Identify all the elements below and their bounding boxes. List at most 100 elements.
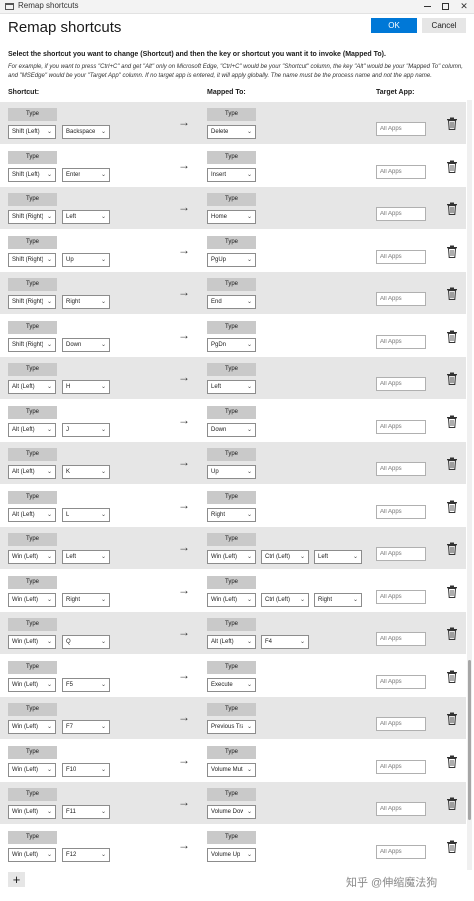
shortcut-type-button[interactable]: Type bbox=[8, 193, 57, 206]
shortcut-key-dropdown[interactable]: Win (Left) ⌄ bbox=[8, 805, 56, 819]
mapped-key-dropdown[interactable]: Volume Up ⌄ bbox=[207, 848, 256, 862]
mapped-type-button[interactable]: Type bbox=[207, 278, 256, 291]
shortcut-key-dropdown[interactable]: Shift (Left) ⌄ bbox=[8, 168, 56, 182]
shortcut-key-dropdown[interactable]: Shift (Left) ⌄ bbox=[8, 125, 56, 139]
shortcut-type-button[interactable]: Type bbox=[8, 448, 57, 461]
shortcut-key-dropdown[interactable]: Win (Left) ⌄ bbox=[8, 763, 56, 777]
delete-row-icon[interactable] bbox=[446, 202, 458, 215]
shortcut-key-dropdown[interactable]: Shift (Right) ⌄ bbox=[8, 253, 56, 267]
shortcut-type-button[interactable]: Type bbox=[8, 703, 57, 716]
delete-row-icon[interactable] bbox=[446, 372, 458, 385]
shortcut-key-dropdown[interactable]: Alt (Left) ⌄ bbox=[8, 423, 56, 437]
mapped-key-dropdown[interactable]: Previous Track⌄ bbox=[207, 720, 256, 734]
mapped-key-dropdown[interactable]: Volume Mute ⌄ bbox=[207, 763, 256, 777]
shortcut-key-dropdown[interactable]: L ⌄ bbox=[62, 508, 110, 522]
shortcut-type-button[interactable]: Type bbox=[8, 746, 57, 759]
shortcut-type-button[interactable]: Type bbox=[8, 151, 57, 164]
shortcut-type-button[interactable]: Type bbox=[8, 788, 57, 801]
mapped-type-button[interactable]: Type bbox=[207, 831, 256, 844]
mapped-type-button[interactable]: Type bbox=[207, 661, 256, 674]
mapped-key-dropdown[interactable]: Ctrl (Left) ⌄ bbox=[261, 550, 309, 564]
target-app-input[interactable] bbox=[376, 675, 426, 689]
shortcut-key-dropdown[interactable]: Right ⌄ bbox=[62, 593, 110, 607]
scrollbar-thumb[interactable] bbox=[468, 660, 471, 820]
mapped-type-button[interactable]: Type bbox=[207, 321, 256, 334]
shortcut-type-button[interactable]: Type bbox=[8, 831, 57, 844]
delete-row-icon[interactable] bbox=[446, 797, 458, 810]
mapped-key-dropdown[interactable]: PgUp ⌄ bbox=[207, 253, 256, 267]
mapped-key-dropdown[interactable]: Up ⌄ bbox=[207, 465, 256, 479]
shortcut-key-dropdown[interactable]: Down ⌄ bbox=[62, 338, 110, 352]
target-app-input[interactable] bbox=[376, 802, 426, 816]
delete-row-icon[interactable] bbox=[446, 160, 458, 173]
shortcut-type-button[interactable]: Type bbox=[8, 533, 57, 546]
target-app-input[interactable] bbox=[376, 122, 426, 136]
delete-row-icon[interactable] bbox=[446, 245, 458, 258]
mapped-key-dropdown[interactable]: Volume Down⌄ bbox=[207, 805, 256, 819]
mapped-key-dropdown[interactable]: Win (Left) ⌄ bbox=[207, 593, 256, 607]
delete-row-icon[interactable] bbox=[446, 627, 458, 640]
delete-row-icon[interactable] bbox=[446, 542, 458, 555]
delete-row-icon[interactable] bbox=[446, 755, 458, 768]
shortcut-key-dropdown[interactable]: F10 ⌄ bbox=[62, 763, 110, 777]
shortcut-key-dropdown[interactable]: Win (Left) ⌄ bbox=[8, 720, 56, 734]
shortcut-key-dropdown[interactable]: Alt (Left) ⌄ bbox=[8, 380, 56, 394]
mapped-type-button[interactable]: Type bbox=[207, 448, 256, 461]
mapped-key-dropdown[interactable]: Left ⌄ bbox=[314, 550, 362, 564]
mapped-type-button[interactable]: Type bbox=[207, 788, 256, 801]
shortcut-type-button[interactable]: Type bbox=[8, 618, 57, 631]
ok-button[interactable]: OK bbox=[371, 18, 417, 33]
shortcut-key-dropdown[interactable]: Win (Left) ⌄ bbox=[8, 635, 56, 649]
mapped-type-button[interactable]: Type bbox=[207, 193, 256, 206]
shortcut-key-dropdown[interactable]: F7 ⌄ bbox=[62, 720, 110, 734]
mapped-type-button[interactable]: Type bbox=[207, 576, 256, 589]
shortcut-key-dropdown[interactable]: Alt (Left) ⌄ bbox=[8, 465, 56, 479]
shortcut-type-button[interactable]: Type bbox=[8, 363, 57, 376]
close-icon[interactable]: ✕ bbox=[455, 0, 473, 13]
target-app-input[interactable] bbox=[376, 845, 426, 859]
delete-row-icon[interactable] bbox=[446, 330, 458, 343]
mapped-key-dropdown[interactable]: Left ⌄ bbox=[207, 380, 256, 394]
shortcut-type-button[interactable]: Type bbox=[8, 278, 57, 291]
delete-row-icon[interactable] bbox=[446, 117, 458, 130]
delete-row-icon[interactable] bbox=[446, 712, 458, 725]
mapped-type-button[interactable]: Type bbox=[207, 406, 256, 419]
shortcut-type-button[interactable]: Type bbox=[8, 576, 57, 589]
mapped-key-dropdown[interactable]: F4 ⌄ bbox=[261, 635, 309, 649]
target-app-input[interactable] bbox=[376, 420, 426, 434]
shortcut-key-dropdown[interactable]: Win (Left) ⌄ bbox=[8, 593, 56, 607]
mapped-type-button[interactable]: Type bbox=[207, 363, 256, 376]
target-app-input[interactable] bbox=[376, 292, 426, 306]
target-app-input[interactable] bbox=[376, 462, 426, 476]
shortcut-key-dropdown[interactable]: J ⌄ bbox=[62, 423, 110, 437]
shortcut-key-dropdown[interactable]: Backspace ⌄ bbox=[62, 125, 110, 139]
shortcut-key-dropdown[interactable]: F5 ⌄ bbox=[62, 678, 110, 692]
target-app-input[interactable] bbox=[376, 165, 426, 179]
shortcut-key-dropdown[interactable]: Shift (Right) ⌄ bbox=[8, 210, 56, 224]
shortcut-type-button[interactable]: Type bbox=[8, 661, 57, 674]
target-app-input[interactable] bbox=[376, 632, 426, 646]
mapped-key-dropdown[interactable]: PgDn ⌄ bbox=[207, 338, 256, 352]
add-shortcut-button[interactable]: + bbox=[8, 872, 25, 887]
shortcut-key-dropdown[interactable]: Q ⌄ bbox=[62, 635, 110, 649]
target-app-input[interactable] bbox=[376, 335, 426, 349]
shortcut-type-button[interactable]: Type bbox=[8, 491, 57, 504]
shortcut-type-button[interactable]: Type bbox=[8, 321, 57, 334]
target-app-input[interactable] bbox=[376, 207, 426, 221]
target-app-input[interactable] bbox=[376, 505, 426, 519]
shortcut-key-dropdown[interactable]: Up ⌄ bbox=[62, 253, 110, 267]
target-app-input[interactable] bbox=[376, 717, 426, 731]
shortcut-type-button[interactable]: Type bbox=[8, 406, 57, 419]
vertical-scrollbar[interactable] bbox=[467, 100, 472, 870]
target-app-input[interactable] bbox=[376, 590, 426, 604]
mapped-type-button[interactable]: Type bbox=[207, 746, 256, 759]
shortcut-key-dropdown[interactable]: F12 ⌄ bbox=[62, 848, 110, 862]
mapped-key-dropdown[interactable]: End ⌄ bbox=[207, 295, 256, 309]
mapped-key-dropdown[interactable]: Right ⌄ bbox=[314, 593, 362, 607]
shortcut-key-dropdown[interactable]: Left ⌄ bbox=[62, 550, 110, 564]
mapped-type-button[interactable]: Type bbox=[207, 108, 256, 121]
shortcut-key-dropdown[interactable]: Left ⌄ bbox=[62, 210, 110, 224]
mapped-type-button[interactable]: Type bbox=[207, 491, 256, 504]
mapped-key-dropdown[interactable]: Alt (Left) ⌄ bbox=[207, 635, 256, 649]
shortcut-key-dropdown[interactable]: Right ⌄ bbox=[62, 295, 110, 309]
